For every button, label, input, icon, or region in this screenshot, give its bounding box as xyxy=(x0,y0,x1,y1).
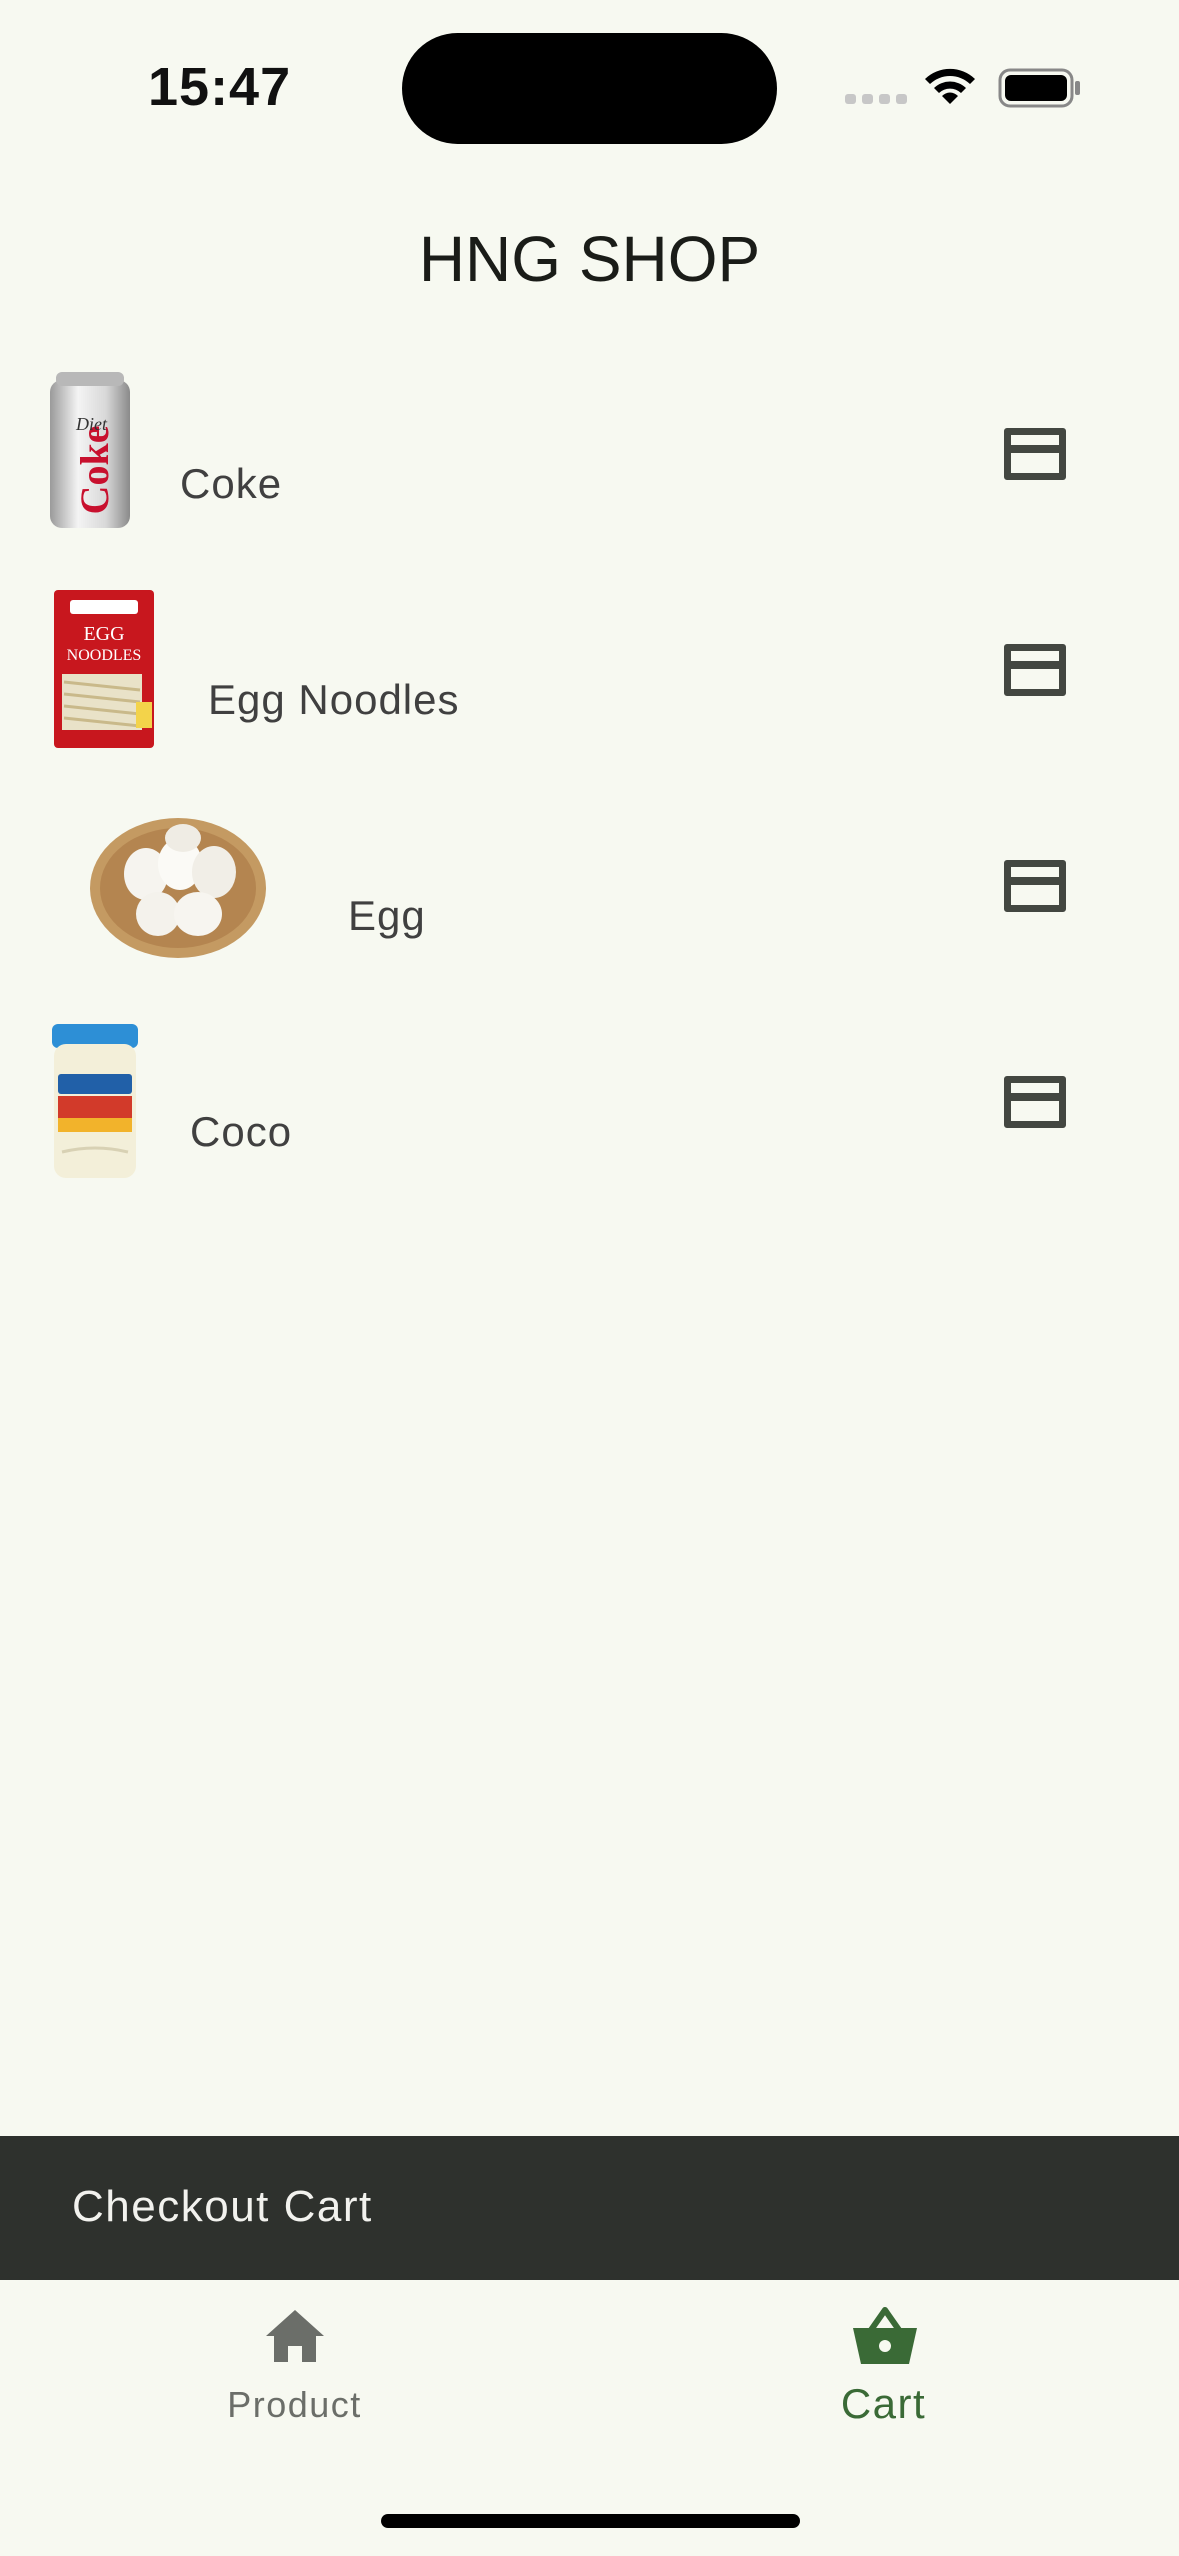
credit-card-icon[interactable] xyxy=(1004,428,1066,480)
cellular-signal-icon xyxy=(845,94,907,104)
nav-label-product: Product xyxy=(227,2384,362,2425)
product-row-egg-noodles[interactable]: EGG NOODLES Egg Noodles xyxy=(0,570,1179,786)
product-row-coke[interactable]: Coke Diet Coke xyxy=(0,354,1179,570)
svg-text:EGG: EGG xyxy=(83,623,124,645)
svg-text:NOODLES: NOODLES xyxy=(67,647,142,664)
product-name: Egg Noodles xyxy=(208,676,460,723)
product-name: Coco xyxy=(190,1108,293,1155)
coke-can-image: Coke Diet xyxy=(50,372,130,528)
product-row-egg[interactable]: Egg xyxy=(0,786,1179,1002)
page-title: HNG SHOP xyxy=(418,223,761,295)
nav-item-cart[interactable]: Cart xyxy=(589,2280,1178,2460)
checkout-cart-label: Checkout Cart xyxy=(72,2182,373,2231)
product-name: Egg xyxy=(348,892,426,939)
home-icon xyxy=(266,2310,324,2362)
nav-item-product[interactable]: Product xyxy=(0,2280,589,2460)
home-indicator xyxy=(381,2514,800,2528)
shopping-basket-icon xyxy=(853,2307,917,2364)
egg-noodles-image: EGG NOODLES xyxy=(54,590,154,748)
status-time: 15:47 xyxy=(148,57,292,117)
credit-card-icon[interactable] xyxy=(1004,1076,1066,1128)
wifi-icon xyxy=(925,68,975,104)
credit-card-icon[interactable] xyxy=(1004,860,1066,912)
mayonnaise-jar-image xyxy=(52,1024,138,1178)
egg-basket-image xyxy=(90,818,266,958)
battery-icon xyxy=(998,68,1080,108)
credit-card-icon[interactable] xyxy=(1004,644,1066,696)
dynamic-island xyxy=(402,33,777,144)
svg-text:Diet: Diet xyxy=(75,414,108,434)
checkout-cart-bar[interactable]: Checkout Cart xyxy=(0,2136,1179,2280)
svg-text:Coke: Coke xyxy=(72,426,117,515)
nav-label-cart: Cart xyxy=(840,2380,927,2427)
product-name: Coke xyxy=(180,460,283,507)
product-row-coco[interactable]: Coco xyxy=(0,1002,1179,1218)
